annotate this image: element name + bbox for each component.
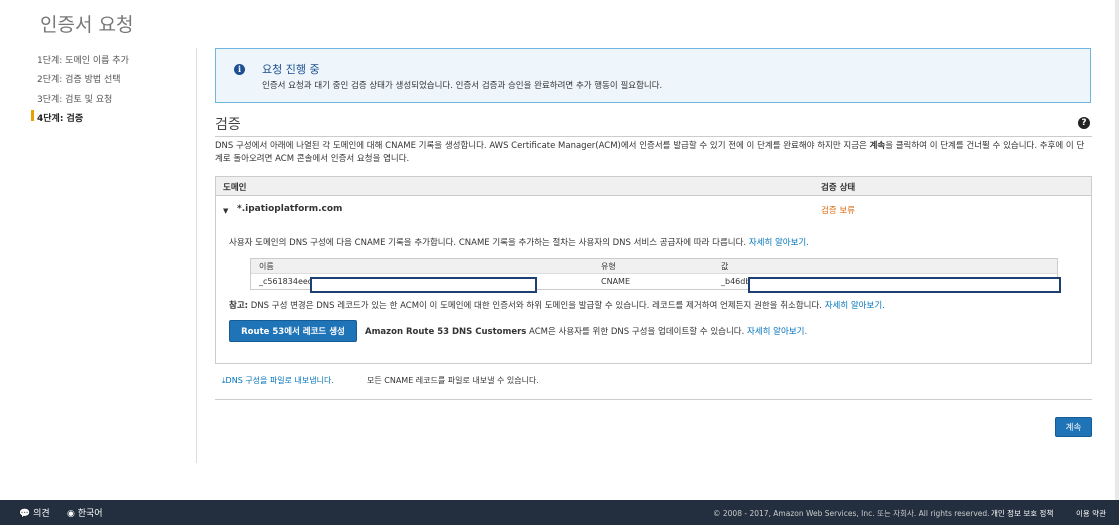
route53-learn-more-link[interactable]: 자세히 알아보기. bbox=[747, 327, 807, 337]
bottom-divider bbox=[215, 399, 1092, 400]
speech-bubble-icon: 💬 bbox=[19, 509, 31, 519]
copyright: © 2008 - 2017, Amazon Web Services, Inc.… bbox=[713, 509, 990, 518]
terms-link[interactable]: 이용 약관 bbox=[1076, 508, 1106, 519]
info-message: 인증서 요청과 대기 중인 검증 상태가 생성되었습니다. 인증서 검증과 승인… bbox=[262, 81, 663, 91]
page-title: 인증서 요청 bbox=[40, 14, 134, 36]
footer: 💬 의견 ◉ 한국어 © 2008 - 2017, Amazon Web Ser… bbox=[0, 500, 1119, 525]
active-step-indicator bbox=[31, 110, 34, 121]
globe-icon: ◉ bbox=[67, 509, 75, 519]
step-2[interactable]: 2단계: 검증 방법 선택 bbox=[37, 72, 121, 85]
cname-name: _c561834eed bbox=[259, 277, 313, 286]
route53-create-record-button[interactable]: Route 53에서 레코드 생성 bbox=[229, 320, 357, 342]
validation-heading: 검증 bbox=[215, 117, 241, 133]
export-description: 모든 CNAME 레코드를 파일로 내보낼 수 있습니다. bbox=[367, 376, 539, 385]
caret-down-icon[interactable]: ▼ bbox=[223, 207, 228, 215]
cname-col-value: 값 bbox=[721, 262, 729, 271]
col-domain: 도메인 bbox=[223, 183, 247, 193]
feedback-link[interactable]: 💬 의견 bbox=[19, 506, 50, 519]
step-1[interactable]: 1단계: 도메인 이름 추가 bbox=[37, 53, 129, 66]
privacy-link[interactable]: 개인 정보 보호 정책 bbox=[991, 508, 1053, 519]
step-3[interactable]: 3단계: 검토 및 요청 bbox=[37, 92, 112, 105]
help-icon[interactable]: ? bbox=[1078, 117, 1090, 129]
cname-type: CNAME bbox=[601, 277, 630, 286]
cname-col-name: 이름 bbox=[259, 262, 274, 271]
info-alert: i 요청 진행 중 인증서 요청과 대기 중인 검증 상태가 생성되었습니다. … bbox=[215, 48, 1091, 103]
redaction-box-name bbox=[310, 277, 537, 293]
table-header: 도메인 검증 상태 bbox=[216, 177, 1091, 196]
col-status: 검증 상태 bbox=[821, 183, 856, 193]
export-dns-link[interactable]: ⤓DNS 구성을 파일로 내보냅니다. bbox=[222, 375, 334, 386]
route53-description: Amazon Route 53 DNS Customers ACM은 사용자를 … bbox=[365, 327, 808, 337]
cname-instructions: 사용자 도메인의 DNS 구성에 다음 CNAME 기록을 추가합니다. CNA… bbox=[229, 238, 809, 248]
note-learn-more-link[interactable]: 자세히 알아보기. bbox=[825, 301, 885, 311]
validation-table: 도메인 검증 상태 ▼ *.ipatioplatform.com 검증 보류 사… bbox=[215, 176, 1092, 364]
validation-description: DNS 구성에서 아래에 나열된 각 도메인에 대해 CNAME 기록을 생성합… bbox=[215, 141, 1085, 164]
sidebar-divider bbox=[196, 48, 197, 463]
status-badge: 검증 보류 bbox=[821, 206, 855, 216]
heading-divider bbox=[215, 136, 1092, 137]
cname-col-type: 유형 bbox=[601, 262, 616, 271]
step-4: 4단계: 검증 bbox=[37, 114, 84, 124]
continue-button[interactable]: 계속 bbox=[1055, 417, 1092, 437]
scrollbar-track[interactable] bbox=[1115, 0, 1119, 500]
cname-value: _b46db bbox=[721, 277, 751, 286]
language-selector[interactable]: ◉ 한국어 bbox=[67, 506, 103, 519]
cname-header: 이름 유형 값 bbox=[251, 259, 1057, 274]
domain-name[interactable]: *.ipatioplatform.com bbox=[237, 204, 342, 214]
redaction-box-value bbox=[748, 277, 1061, 293]
info-icon: i bbox=[234, 64, 245, 75]
learn-more-link[interactable]: 자세히 알아보기. bbox=[749, 238, 809, 248]
info-title: 요청 진행 중 bbox=[262, 63, 320, 76]
dns-note: 참고: DNS 구성 변경은 DNS 레코드가 있는 한 ACM이 이 도메인에… bbox=[229, 301, 885, 311]
